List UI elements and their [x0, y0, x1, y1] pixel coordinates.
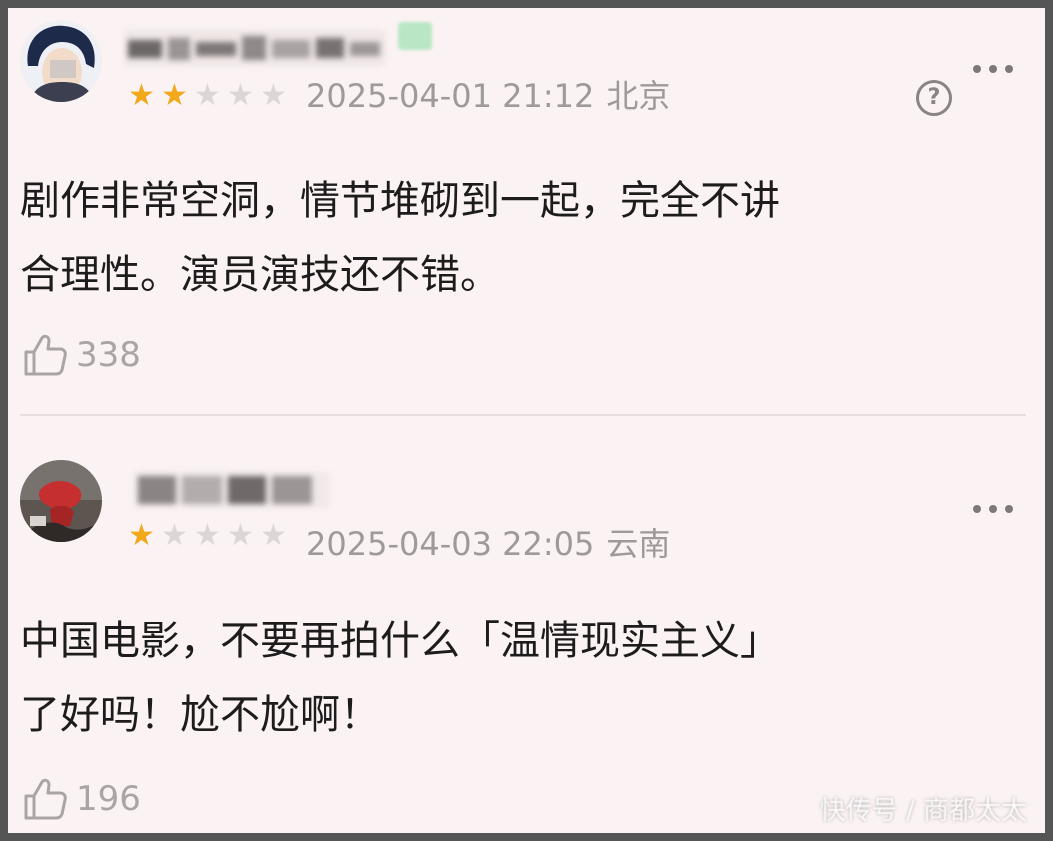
like-button[interactable]: 196	[22, 776, 141, 822]
review-date: 2025-04-03 22:05	[306, 525, 595, 563]
like-count: 338	[76, 335, 141, 375]
star-icon: ★	[260, 518, 287, 553]
help-icon[interactable]: ?	[916, 80, 952, 116]
review-location: 北京	[606, 77, 671, 115]
review-content: 剧作非常空洞，情节堆砌到一起，完全不讲 合理性。演员演技还不错。	[20, 164, 1020, 312]
review-list: ★ ★ ★ ★ ★ 2025-04-01 21:12 北京 ? 剧作非常空洞，情节…	[0, 0, 1053, 841]
username-redacted	[124, 30, 386, 66]
more-icon[interactable]	[973, 502, 1013, 516]
star-icon: ★	[227, 78, 254, 113]
review-text-line: 合理性。演员演技还不错。	[20, 252, 500, 298]
like-button[interactable]: 338	[22, 332, 141, 378]
thumb-up-icon	[24, 334, 67, 376]
review-card: ★ ★ ★ ★ ★ 2025-04-01 21:12 北京 ? 剧作非常空洞，情节…	[8, 8, 1045, 410]
review-text-line: 了好吗！尬不尬啊！	[20, 692, 380, 738]
more-icon[interactable]	[973, 62, 1013, 76]
review-location: 云南	[606, 525, 671, 563]
review-card: ★ ★ ★ ★ ★ 2025-04-03 22:05 云南 中国电影，不要再拍什么…	[8, 410, 1045, 841]
watermark: 快传号 / 商都太太	[819, 796, 1027, 826]
review-meta: 2025-04-03 22:05 云南	[306, 524, 670, 564]
star-rating: ★ ★ ★ ★ ★	[126, 520, 289, 551]
avatar[interactable]	[20, 20, 102, 102]
star-icon: ★	[128, 78, 155, 113]
star-icon: ★	[227, 518, 254, 553]
review-meta: 2025-04-01 21:12 北京	[306, 76, 670, 116]
star-rating: ★ ★ ★ ★ ★	[126, 80, 289, 111]
star-icon: ★	[161, 518, 188, 553]
username-redacted	[134, 472, 330, 508]
like-count: 196	[76, 779, 141, 819]
review-text-line: 中国电影，不要再拍什么「温情现实主义」	[20, 618, 780, 664]
avatar[interactable]	[20, 460, 102, 542]
star-icon: ★	[260, 78, 287, 113]
star-icon: ★	[161, 78, 188, 113]
review-text-line: 剧作非常空洞，情节堆砌到一起，完全不讲	[20, 178, 780, 224]
review-date: 2025-04-01 21:12	[306, 77, 595, 115]
user-level-badge	[398, 22, 432, 50]
star-icon: ★	[194, 78, 221, 113]
star-icon: ★	[128, 518, 155, 553]
review-content: 中国电影，不要再拍什么「温情现实主义」 了好吗！尬不尬啊！	[20, 604, 1020, 752]
thumb-up-icon	[24, 778, 67, 820]
star-icon: ★	[194, 518, 221, 553]
